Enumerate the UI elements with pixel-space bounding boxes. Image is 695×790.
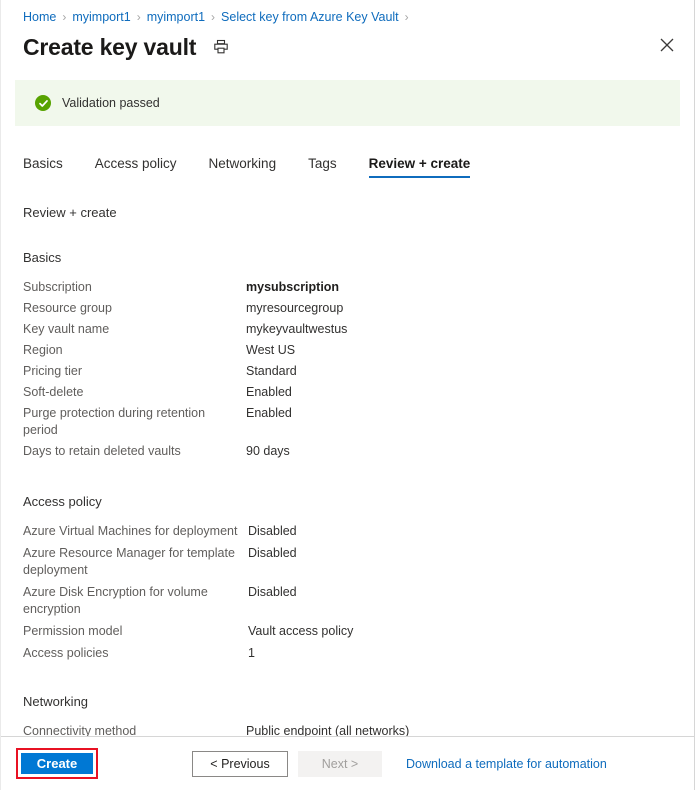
- value-region: West US: [246, 343, 296, 357]
- row-resource-group: Resource group myresourcegroup: [23, 300, 674, 317]
- label-access-policies: Access policies: [23, 646, 109, 660]
- row-access-policies: Access policies 1: [23, 645, 674, 662]
- section-title-access-policy: Access policy: [23, 494, 102, 509]
- value-azure-resource-manager: Disabled: [248, 546, 297, 560]
- printer-icon[interactable]: [212, 38, 230, 56]
- label-azure-resource-manager: Azure Resource Manager for template depl…: [23, 546, 235, 577]
- section-title-networking: Networking: [23, 694, 89, 709]
- title-row: Create key vault: [23, 30, 674, 64]
- row-key-vault-name: Key vault name mykeyvaultwestus: [23, 321, 674, 338]
- breadcrumb-item-select-key[interactable]: Select key from Azure Key Vault: [221, 10, 399, 24]
- value-key-vault-name: mykeyvaultwestus: [246, 322, 348, 336]
- breadcrumb-separator-icon: ›: [62, 10, 67, 24]
- label-subscription: Subscription: [23, 280, 92, 294]
- label-azure-disk-encryption: Azure Disk Encryption for volume encrypt…: [23, 585, 208, 616]
- row-pricing-tier: Pricing tier Standard: [23, 363, 674, 380]
- section-title-basics: Basics: [23, 250, 62, 265]
- breadcrumb: Home › myimport1 › myimport1 › Select ke…: [23, 8, 415, 26]
- value-permission-model: Vault access policy: [248, 624, 354, 638]
- tab-networking[interactable]: Networking: [209, 156, 277, 178]
- section-networking: Networking Connectivity method Public en…: [23, 694, 674, 740]
- row-region: Region West US: [23, 342, 674, 359]
- value-azure-disk-encryption: Disabled: [248, 585, 297, 599]
- row-permission-model: Permission model Vault access policy: [23, 623, 674, 640]
- label-resource-group: Resource group: [23, 301, 112, 315]
- section-basics: Basics Subscription mysubscription Resou…: [23, 250, 674, 460]
- review-create-heading: Review + create: [23, 205, 117, 220]
- label-soft-delete: Soft-delete: [23, 385, 84, 399]
- label-purge-protection: Purge protection during retention period: [23, 406, 206, 437]
- row-azure-resource-manager: Azure Resource Manager for template depl…: [23, 545, 674, 579]
- value-subscription: mysubscription: [246, 280, 340, 294]
- validation-banner: Validation passed: [15, 80, 680, 126]
- previous-button[interactable]: < Previous: [192, 750, 288, 777]
- row-azure-vms: Azure Virtual Machines for deployment Di…: [23, 523, 674, 540]
- tab-basics[interactable]: Basics: [23, 156, 63, 178]
- breadcrumb-item-myimport1-1[interactable]: myimport1: [72, 10, 130, 24]
- label-key-vault-name: Key vault name: [23, 322, 110, 336]
- value-days-to-retain: 90 days: [246, 444, 290, 458]
- tab-tags[interactable]: Tags: [308, 156, 337, 178]
- review-content: Review + create Basics Subscription mysu…: [23, 205, 674, 738]
- tab-review-create[interactable]: Review + create: [368, 156, 470, 178]
- label-pricing-tier: Pricing tier: [23, 364, 83, 378]
- row-azure-disk-encryption: Azure Disk Encryption for volume encrypt…: [23, 584, 674, 618]
- value-purge-protection: Enabled: [246, 406, 292, 420]
- label-region: Region: [23, 343, 63, 357]
- breadcrumb-item-home[interactable]: Home: [23, 10, 56, 24]
- label-days-to-retain: Days to retain deleted vaults: [23, 444, 181, 458]
- value-azure-vms: Disabled: [248, 524, 297, 538]
- value-pricing-tier: Standard: [246, 364, 297, 378]
- download-template-link[interactable]: Download a template for automation: [406, 757, 607, 771]
- create-button-highlight: Create: [16, 748, 98, 779]
- tab-bar: Basics Access policy Networking Tags Rev…: [23, 148, 470, 178]
- footer-action-bar: Create < Previous Next > Download a temp…: [1, 736, 694, 790]
- value-access-policies: 1: [248, 646, 255, 660]
- breadcrumb-item-myimport1-2[interactable]: myimport1: [147, 10, 205, 24]
- close-icon[interactable]: [652, 30, 682, 60]
- check-circle-icon: [35, 95, 51, 111]
- breadcrumb-separator-icon: ›: [136, 10, 141, 24]
- section-access-policy: Access policy Azure Virtual Machines for…: [23, 494, 674, 662]
- value-soft-delete: Enabled: [246, 385, 292, 399]
- row-soft-delete: Soft-delete Enabled: [23, 384, 674, 401]
- row-purge-protection: Purge protection during retention period…: [23, 405, 674, 439]
- create-key-vault-blade: Home › myimport1 › myimport1 › Select ke…: [0, 0, 695, 790]
- label-azure-vms: Azure Virtual Machines for deployment: [23, 524, 238, 538]
- tab-access-policy[interactable]: Access policy: [95, 156, 177, 178]
- next-button: Next >: [298, 750, 382, 777]
- row-days-to-retain: Days to retain deleted vaults 90 days: [23, 443, 674, 460]
- value-resource-group: myresourcegroup: [246, 301, 344, 315]
- label-permission-model: Permission model: [23, 624, 123, 638]
- row-subscription: Subscription mysubscription: [23, 279, 674, 296]
- validation-message: Validation passed: [62, 96, 160, 110]
- breadcrumb-separator-icon: ›: [404, 10, 409, 24]
- breadcrumb-separator-icon: ›: [211, 10, 216, 24]
- create-button[interactable]: Create: [21, 753, 93, 774]
- page-title: Create key vault: [23, 33, 197, 60]
